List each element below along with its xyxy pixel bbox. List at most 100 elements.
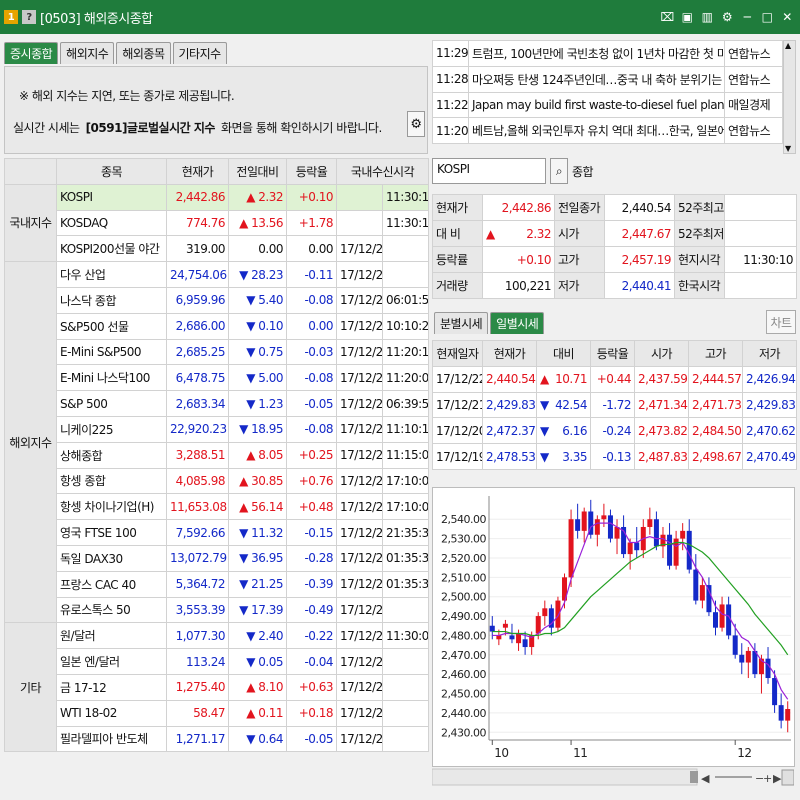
candle-body — [516, 633, 522, 644]
notice-text-a: 실시간 시세는 — [13, 121, 80, 135]
table-row[interactable]: 유로스톡스 503,553.39▼17.39-0.4917/12/22 — [5, 596, 429, 624]
change-value: 8.05 — [258, 448, 283, 463]
table-row[interactable]: 영국 FTSE 1007,592.66▼11.32-0.1517/12/2221… — [5, 519, 429, 546]
table-row[interactable]: 프랑스 CAC 405,364.72▼21.25-0.3917/12/2301:… — [5, 570, 429, 598]
window-control-0[interactable]: ⌧ — [660, 10, 674, 24]
down-arrow-icon: ▼ — [239, 267, 248, 282]
daily-column-header[interactable]: 시가 — [634, 340, 689, 367]
news-headline[interactable]: 트럼프, 100년만에 국빈초청 없이 1년차 마감한 첫 미 — [468, 40, 725, 67]
change-cell: ▼ 11.32 — [228, 519, 287, 546]
news-item[interactable]: 11:20: 베트남,올해 외국인투자 유치 역대 최대…한국, 일본에 연합뉴스 — [432, 117, 783, 145]
table-row[interactable]: 항셍 차이나기업(H)11,653.08▲56.14+0.4817/12/221… — [5, 493, 429, 521]
daily-row[interactable]: 17/12/21 2,429.83 ▼ 42.54 -1.72 2,471.34 2,471… — [432, 391, 797, 419]
column-header[interactable]: 현재가 — [166, 158, 229, 185]
candlestick-chart[interactable]: 2,540.00 2,530.00 2,520.00 2,510.00 2,500.00… — [432, 487, 795, 767]
news-item[interactable]: 11:22: Japan may build first waste-to-die… — [432, 91, 783, 119]
symbol-name: 상해종합 — [56, 441, 167, 469]
column-header[interactable]: 국내수신시각 — [336, 158, 429, 185]
symbol-name: 원/달러 — [56, 622, 167, 650]
table-row[interactable]: KOSDAQ774.76▲13.56+1.7811:30:10 — [5, 209, 429, 237]
chart-scrollbar[interactable]: ◀ − + ▶ — [431, 768, 795, 788]
daily-column-header[interactable]: 등락율 — [590, 340, 635, 367]
right-tab-bar: 분별시세 일별시세 — [434, 312, 545, 334]
news-item[interactable]: 11:28: 마오쩌둥 탄생 124주년인데…중국 내 축하 분위기는 ' 연합뉴스 — [432, 65, 783, 93]
column-header[interactable]: 종목 — [56, 158, 167, 185]
up-arrow-icon: ▲ — [239, 499, 248, 514]
table-row[interactable]: 국내지수KOSPI2,442.86▲2.32+0.1011:30:10 — [4, 183, 429, 263]
table-row[interactable]: E-Mini S&P5002,685.25▼0.75-0.0317/12/261… — [5, 338, 429, 366]
change-value: 2.40 — [258, 628, 283, 643]
recv-time: 11:30:10 — [382, 183, 429, 211]
tab-2[interactable]: 해외종목 — [116, 42, 171, 64]
current-price: 2,683.34 — [166, 390, 229, 417]
news-headline[interactable]: 베트남,올해 외국인투자 유치 역대 최대…한국, 일본에 — [468, 117, 725, 145]
change-value: 8.10 — [258, 680, 283, 695]
daily-row[interactable]: 17/12/19 2,478.53 ▼ 3.35 -0.13 2,487.83 2,498.… — [432, 443, 797, 470]
change-rate: -0.05 — [286, 390, 337, 417]
right-tab-1[interactable]: 일별시세 — [490, 312, 545, 334]
table-row[interactable]: 금 17-121,275.40▲8.10+0.6317/12/22 — [5, 673, 429, 701]
daily-row[interactable]: 17/12/20 2,472.37 ▼ 6.16 -0.24 2,473.82 2,484.… — [432, 417, 797, 445]
recv-time — [382, 235, 429, 263]
tab-0[interactable]: 증시종합 — [4, 42, 59, 64]
table-row[interactable]: KOSPI200선물 야간319.000.000.0017/12/22 — [5, 235, 429, 263]
chart-button[interactable]: 차트 — [766, 310, 796, 334]
table-row[interactable]: 니케이22522,920.23▼18.95-0.0817/12/2611:10:… — [5, 415, 429, 443]
table-row[interactable]: S&P 5002,683.34▼1.23-0.0517/12/2306:39:5… — [5, 390, 429, 417]
change-rate: +0.48 — [286, 493, 337, 521]
news-scrollbar[interactable]: ▲ ▼ — [783, 40, 796, 154]
table-row[interactable]: 기타원/달러1,077.30▼2.40-0.2217/12/2611:30:01 — [4, 622, 429, 753]
news-item[interactable]: 11:29: 트럼프, 100년만에 국빈초청 없이 1년차 마감한 첫 미 연합뉴… — [432, 40, 783, 67]
symbol-input[interactable]: KOSPI — [432, 158, 546, 184]
symbol-name: E-Mini S&P500 — [56, 338, 167, 366]
screen-number-icon[interactable]: 1 — [4, 10, 18, 24]
daily-row[interactable]: 17/12/22 2,440.54 ▲ 10.71 +0.44 2,437.59 2,444… — [432, 365, 797, 393]
news-headline[interactable]: 마오쩌둥 탄생 124주년인데…중국 내 축하 분위기는 ' — [468, 65, 725, 93]
table-row[interactable]: 필라델피아 반도체1,271.17▼0.64-0.0517/12/22 — [5, 725, 429, 753]
daily-change-cell: ▼ 3.35 — [536, 443, 591, 470]
change-value: 1.23 — [258, 396, 283, 411]
candle-body — [522, 639, 528, 648]
daily-column-header[interactable]: 현재가 — [482, 340, 537, 367]
column-header[interactable]: 등락율 — [286, 158, 337, 185]
table-row[interactable]: E-Mini 나스닥1006,478.75▼5.00-0.0817/12/261… — [5, 364, 429, 392]
news-time: 11:20: — [432, 117, 469, 145]
daily-column-header[interactable]: 대비 — [536, 340, 591, 367]
settings-gear-icon[interactable]: ⚙ — [407, 111, 425, 137]
scroll-up-icon[interactable]: ▲ — [785, 41, 791, 50]
tab-3[interactable]: 기타지수 — [172, 42, 227, 64]
window-control-6[interactable]: ✕ — [780, 10, 794, 24]
table-row[interactable]: 항셍 종합4,085.98▲30.85+0.7617/12/2217:10:06 — [5, 467, 429, 495]
search-icon[interactable]: ⌕ — [550, 158, 568, 184]
table-row[interactable]: 상해종합3,288.51▲8.05+0.2517/12/2611:15:09 — [5, 441, 429, 469]
table-row[interactable]: 일본 엔/달러113.24▼0.05-0.0417/12/25 — [5, 648, 429, 675]
change-value: 21.25 — [251, 577, 283, 592]
window-control-5[interactable]: □ — [760, 10, 774, 24]
symbol-name: KOSDAQ — [56, 209, 167, 237]
right-tab-0[interactable]: 분별시세 — [434, 312, 489, 334]
help-icon[interactable]: ? — [22, 10, 36, 24]
change-rate: -0.05 — [286, 725, 337, 753]
scroll-down-icon[interactable]: ▼ — [785, 144, 791, 153]
column-header[interactable]: 전일대비 — [228, 158, 287, 185]
table-row[interactable]: 해외지수다우 산업24,754.06▼28.23-0.1117/12/22 — [4, 261, 429, 624]
window-control-1[interactable]: ▣ — [680, 10, 694, 24]
candle-body — [634, 542, 640, 551]
daily-column-header[interactable]: 현재일자 — [432, 340, 483, 367]
daily-column-header[interactable]: 고가 — [688, 340, 743, 367]
change-rate: +0.76 — [286, 467, 337, 495]
window-control-4[interactable]: ─ — [740, 10, 754, 24]
tab-1[interactable]: 해외지수 — [60, 42, 115, 64]
table-row[interactable]: WTI 18-0258.47▲0.11+0.1817/12/22 — [5, 699, 429, 727]
daily-change-cell: ▼ 42.54 — [536, 391, 591, 419]
table-row[interactable]: 독일 DAX3013,072.79▼36.95-0.2817/12/2301:3… — [5, 544, 429, 572]
table-row[interactable]: 나스닥 종합6,959.96▼5.40-0.0817/12/2306:01:59 — [5, 286, 429, 314]
news-headline[interactable]: Japan may build first waste-to-diesel fu… — [468, 91, 725, 119]
window-control-2[interactable]: ▥ — [700, 10, 714, 24]
daily-column-header[interactable]: 저가 — [742, 340, 797, 367]
notice-link[interactable]: [0591]글로벌실시간 지수 — [86, 119, 216, 136]
current-price: 1,077.30 — [166, 622, 229, 650]
window-control-3[interactable]: ⚙ — [720, 10, 734, 24]
table-row[interactable]: S&P500 선물2,686.00▼0.100.0017/12/2610:10:… — [5, 312, 429, 340]
notice-text-c: 화면을 통해 확인하시기 바랍니다. — [220, 121, 382, 135]
